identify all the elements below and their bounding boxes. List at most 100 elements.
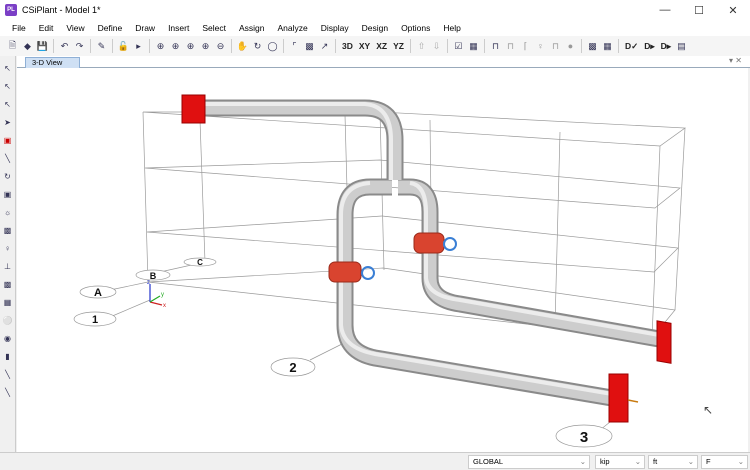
frame-icon[interactable]: ⊓ (489, 39, 502, 53)
rotate-icon[interactable]: ↻ (251, 39, 264, 53)
sphere-icon[interactable]: ◉ (2, 332, 14, 344)
view-yz-button[interactable]: YZ (391, 39, 406, 53)
length-unit-value: ft (653, 457, 658, 466)
view-3d-button[interactable]: 3D (340, 39, 355, 53)
previous-selection-icon[interactable]: ↖ (2, 80, 14, 92)
perspective-icon[interactable]: ◯ (266, 39, 279, 53)
move-down-icon[interactable]: ⇩ (430, 39, 443, 53)
move-up-icon[interactable]: ⇧ (415, 39, 428, 53)
grid-line (109, 261, 626, 431)
zoom-fit-icon[interactable]: ⊕ (169, 39, 182, 53)
menu-define[interactable]: Define (98, 23, 123, 33)
chevron-down-icon: ⌄ (687, 457, 694, 466)
view-xz-button[interactable]: XZ (374, 39, 389, 53)
menu-display[interactable]: Display (321, 23, 349, 33)
rotate-tool-icon[interactable]: ⚪ (2, 314, 14, 326)
checkbox-icon[interactable]: ☑ (452, 39, 465, 53)
zoom-previous-icon[interactable]: ⊕ (184, 39, 197, 53)
grid-line (142, 111, 686, 339)
zoom-out-icon[interactable]: ⊖ (214, 39, 227, 53)
extrude-icon[interactable]: ▩ (303, 39, 316, 53)
display-options-icon[interactable]: ▦ (467, 39, 480, 53)
minimize-button[interactable]: — (648, 0, 682, 20)
lock-icon[interactable]: 🔓 (117, 39, 130, 53)
3d-viewport[interactable]: A 1 B C 2 3 z x y ↖ (17, 68, 748, 452)
redo-icon[interactable]: ↷ (73, 39, 86, 53)
model-canvas[interactable]: A 1 B C 2 3 z x y ↖ (17, 68, 748, 452)
pointer-icon[interactable]: ➤ (2, 116, 14, 128)
restraint-icon[interactable]: ⊓ (549, 39, 562, 53)
valve-tool-icon[interactable]: ▩ (2, 224, 14, 236)
flange-tool-icon[interactable]: ▩ (2, 278, 14, 290)
hanger-icon[interactable]: ♀ (534, 39, 547, 53)
draw-line-icon[interactable]: ╲ (2, 152, 14, 164)
clear-selection-icon[interactable]: ↖ (2, 98, 14, 110)
grid-label-c: C (197, 258, 203, 267)
toolbar-divider (335, 39, 336, 53)
support-tool-icon[interactable]: ▣ (2, 188, 14, 200)
structure-icon[interactable]: ▦ (2, 296, 14, 308)
anchor-icon[interactable]: ● (564, 39, 577, 53)
analysis-icon[interactable]: ▩ (586, 39, 599, 53)
zoom-in-icon[interactable]: ⊕ (199, 39, 212, 53)
menu-file[interactable]: File (12, 23, 26, 33)
close-button[interactable]: ✕ (716, 0, 750, 20)
grid-line (146, 215, 679, 273)
save-icon[interactable]: 💾 (36, 39, 49, 53)
guide-tool-icon[interactable]: ⊥ (2, 260, 14, 272)
draw-point-icon[interactable]: ▣ (2, 134, 14, 146)
axis-x-label: x (163, 303, 166, 309)
pipe-path-icon[interactable]: ↗ (318, 39, 331, 53)
new-file-icon[interactable]: 🗎 (6, 39, 19, 53)
menu-analyze[interactable]: Analyze (277, 23, 307, 33)
menu-design[interactable]: Design (362, 23, 388, 33)
force-unit-value: kip (600, 457, 610, 466)
menu-select[interactable]: Select (202, 23, 226, 33)
support-icon[interactable]: ⊓ (504, 39, 517, 53)
menu-assign[interactable]: Assign (239, 23, 265, 33)
design-start-button[interactable]: D▸ (642, 39, 656, 53)
force-unit-select[interactable]: kip ⌄ (595, 455, 645, 469)
tab-3d-view[interactable]: 3-D View (25, 57, 80, 68)
coordinate-system-select[interactable]: GLOBAL ⌄ (468, 455, 590, 469)
zoom-window-icon[interactable]: ⊕ (154, 39, 167, 53)
axis-triad: z x y (147, 280, 166, 309)
grid-label-2: 2 (289, 360, 296, 375)
tab-dropdown-icon[interactable]: ▾ (729, 56, 733, 65)
measure-icon[interactable]: ╲ (2, 368, 14, 380)
menu-insert[interactable]: Insert (168, 23, 189, 33)
hanger-tool-icon[interactable]: ♀ (2, 242, 14, 254)
table-icon[interactable]: ▦ (601, 39, 614, 53)
chevron-down-icon: ⌄ (634, 457, 641, 466)
report-icon[interactable]: ▤ (675, 39, 688, 53)
spring-icon[interactable]: ⌈ (519, 39, 532, 53)
length-unit-select[interactable]: ft ⌄ (648, 455, 698, 469)
left-toolbar: ↖ ↖ ↖ ➤ ▣ ╲ ↻ ▣ ☼ ▩ ♀ ⊥ ▩ ▦ ⚪ ◉ ▮ ╲ ╲ (0, 56, 16, 452)
design-run-button[interactable]: D▸ (659, 39, 673, 53)
title-bar: PL CSiPlant - Model 1* — ☐ ✕ (0, 0, 750, 20)
menu-help[interactable]: Help (443, 23, 460, 33)
toolbar-divider (483, 39, 485, 53)
pipe-header (200, 99, 404, 180)
view-xy-button[interactable]: XY (357, 39, 372, 53)
elbow-icon[interactable]: ⌜ (288, 39, 301, 53)
select-all-icon[interactable]: ↖ (2, 62, 14, 74)
tab-close-icon[interactable]: ✕ (735, 56, 742, 65)
pencil-icon[interactable]: ✎ (95, 39, 108, 53)
maximize-button[interactable]: ☐ (682, 0, 716, 20)
undo-icon[interactable]: ↶ (58, 39, 71, 53)
area-icon[interactable]: ▮ (2, 350, 14, 362)
design-check-button[interactable]: D✓ (623, 39, 640, 53)
open-icon[interactable]: ◆ (21, 39, 34, 53)
toolbar-divider (231, 39, 232, 53)
run-icon[interactable]: ▸ (132, 39, 145, 53)
measure-angle-icon[interactable]: ╲ (2, 386, 14, 398)
pan-icon[interactable]: ✋ (236, 39, 249, 53)
temperature-unit-select[interactable]: F ⌄ (701, 455, 748, 469)
node-icon[interactable]: ☼ (2, 206, 14, 218)
draw-bend-icon[interactable]: ↻ (2, 170, 14, 182)
menu-view[interactable]: View (66, 23, 84, 33)
menu-edit[interactable]: Edit (39, 23, 54, 33)
menu-options[interactable]: Options (401, 23, 430, 33)
menu-draw[interactable]: Draw (135, 23, 155, 33)
